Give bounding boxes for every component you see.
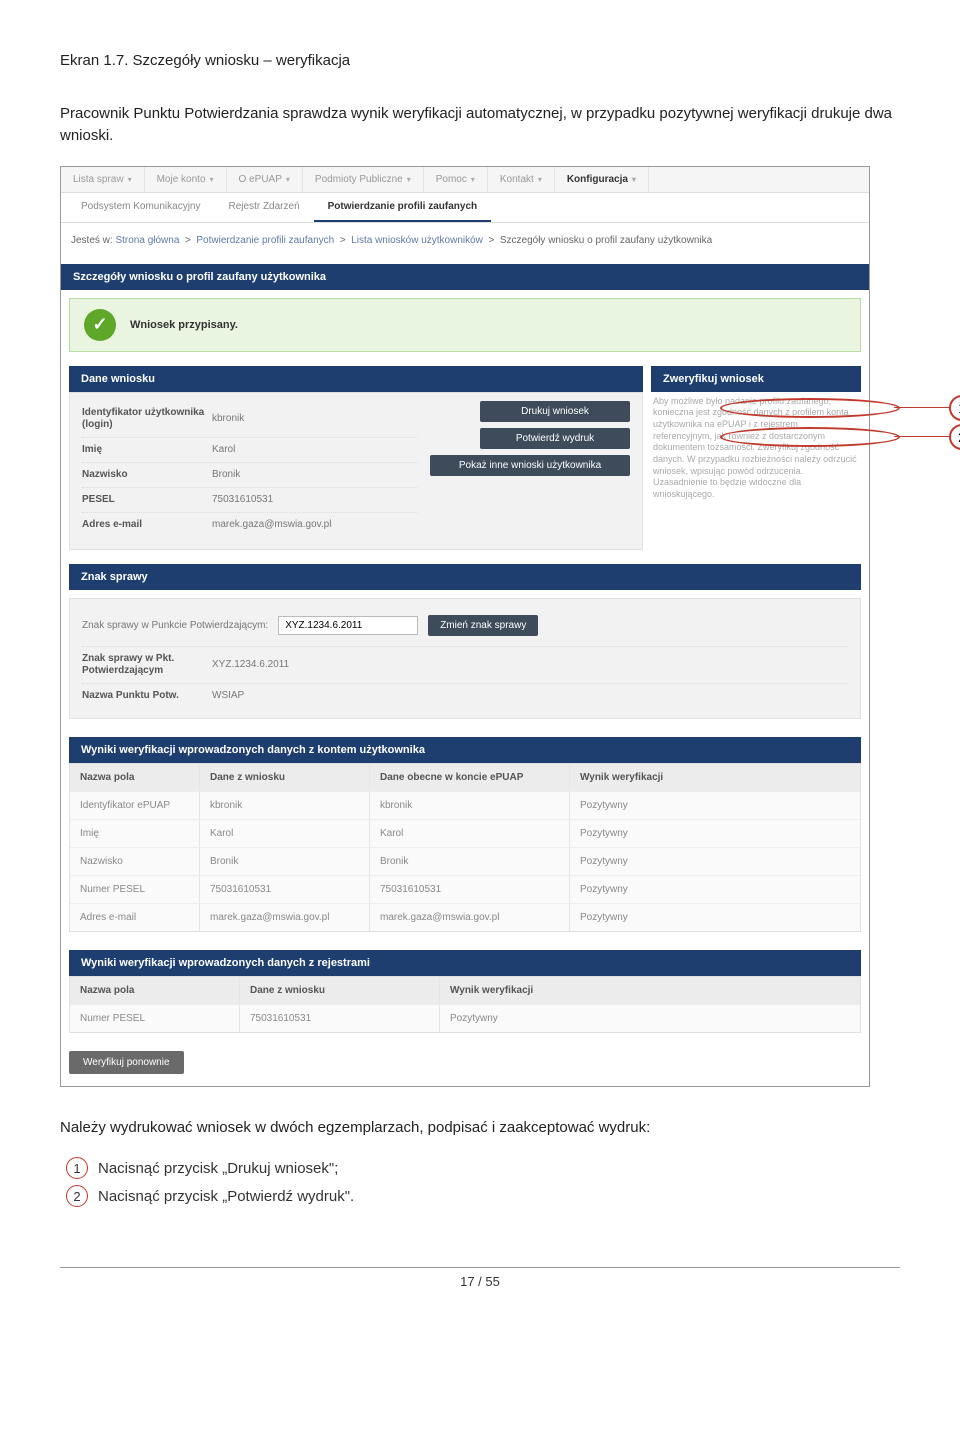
nav-moje-konto[interactable]: Moje konto▾: [145, 167, 227, 192]
step-text-1: Nacisnąć przycisk „Drukuj wniosek";: [98, 1160, 338, 1177]
section-title-dane: Dane wniosku: [69, 366, 643, 392]
label-nazwa-punktu: Nazwa Punktu Potw.: [82, 690, 212, 702]
step-text-2: Nacisnąć przycisk „Potwierdź wydruk".: [98, 1188, 354, 1205]
doc-title: Ekran 1.7. Szczegóły wniosku – weryfikac…: [60, 50, 900, 73]
drukuj-wniosek-button[interactable]: Drukuj wniosek: [480, 401, 630, 422]
table-row: Identyfikator ePUAPkbronikkbronikPozytyw…: [70, 791, 860, 819]
potwierdz-wydruk-button[interactable]: Potwierdź wydruk: [480, 428, 630, 449]
label-znak-pkt: Znak sprawy w Pkt. Potwierdzającym: [82, 653, 212, 677]
breadcrumb: Jesteś w: Strona główna > Potwierdzanie …: [61, 223, 869, 258]
nav-kontakt[interactable]: Kontakt▾: [488, 167, 555, 192]
value-email: marek.gaza@mswia.gov.pl: [212, 519, 418, 530]
pokaz-inne-button[interactable]: Pokaż inne wnioski użytkownika: [430, 455, 630, 476]
crumb-lista[interactable]: Lista wniosków użytkowników: [351, 235, 483, 246]
app-screenshot: Lista spraw▾ Moje konto▾ O ePUAP▾ Podmio…: [60, 166, 870, 1087]
section-title-znak: Znak sprawy: [69, 564, 861, 590]
value-imie: Karol: [212, 444, 418, 455]
subnav-potwierdzanie[interactable]: Potwierdzanie profili zaufanych: [314, 193, 491, 222]
step-number-2: 2: [66, 1185, 88, 1207]
nav-konfiguracja[interactable]: Konfiguracja▾: [555, 167, 649, 192]
sub-nav: Podsystem Komunikacyjny Rejestr Zdarzeń …: [61, 193, 869, 223]
th2-wynik: Wynik weryfikacji: [440, 977, 860, 1004]
th-wynik: Wynik weryfikacji: [570, 764, 860, 791]
section-title-zweryfikuj: Zweryfikuj wniosek: [651, 366, 861, 392]
crumb-home[interactable]: Strona główna: [115, 235, 179, 246]
checkmark-icon: ✓: [84, 309, 116, 341]
step-number-1: 1: [66, 1157, 88, 1179]
subnav-rejestr[interactable]: Rejestr Zdarzeń: [215, 193, 314, 222]
table-row: Numer PESEL75031610531Pozytywny: [70, 1004, 860, 1032]
th2-nazwa-pola: Nazwa pola: [70, 977, 240, 1004]
verification-table-2: Nazwa pola Dane z wniosku Wynik weryfika…: [69, 976, 861, 1033]
label-email: Adres e-mail: [82, 519, 212, 531]
doc-intro: Pracownik Punktu Potwierdzania sprawdza …: [60, 103, 900, 148]
value-nazwisko: Bronik: [212, 469, 418, 480]
table-row: Adres e-mailmarek.gaza@mswia.gov.plmarek…: [70, 903, 860, 931]
table-row: ImięKarolKarolPozytywny: [70, 819, 860, 847]
instruction-list: 1 Nacisnąć przycisk „Drukuj wniosek"; 2 Na…: [66, 1157, 900, 1207]
doc-outro: Należy wydrukować wniosek w dwóch egzemp…: [60, 1117, 900, 1140]
chevron-down-icon: ▾: [538, 175, 542, 184]
th-dane-wniosku: Dane z wniosku: [200, 764, 370, 791]
chevron-down-icon: ▾: [632, 175, 636, 184]
callout-1: 1: [720, 395, 960, 421]
label-pesel: PESEL: [82, 494, 212, 506]
label-nazwisko: Nazwisko: [82, 469, 212, 481]
value-pesel: 75031610531: [212, 494, 418, 505]
chevron-down-icon: ▾: [407, 175, 411, 184]
znak-label: Znak sprawy w Punkcie Potwierdzającym:: [82, 620, 268, 631]
value-znak-pkt: XYZ.1234.6.2011: [212, 659, 848, 670]
th2-dane-wniosku: Dane z wniosku: [240, 977, 440, 1004]
nav-podmioty[interactable]: Podmioty Publiczne▾: [303, 167, 424, 192]
nav-o-epuap[interactable]: O ePUAP▾: [227, 167, 303, 192]
subnav-podsystem[interactable]: Podsystem Komunikacyjny: [67, 193, 215, 222]
callout-number-1: 1: [949, 395, 960, 421]
label-imie: Imię: [82, 444, 212, 456]
nav-pomoc[interactable]: Pomoc▾: [424, 167, 488, 192]
section-title-wyniki2: Wyniki weryfikacji wprowadzonych danych …: [69, 950, 861, 976]
top-nav: Lista spraw▾ Moje konto▾ O ePUAP▾ Podmio…: [61, 167, 869, 193]
verification-table-1: Nazwa pola Dane z wniosku Dane obecne w …: [69, 763, 861, 932]
table-row: Numer PESEL7503161053175031610531Pozytyw…: [70, 875, 860, 903]
znak-input[interactable]: [278, 616, 418, 635]
crumb-current: Szczegóły wniosku o profil zaufany użytk…: [500, 235, 712, 246]
value-nazwa-punktu: WSIAP: [212, 690, 848, 701]
page-footer: 17 / 55: [60, 1267, 900, 1289]
th-dane-epuap: Dane obecne w koncie ePUAP: [370, 764, 570, 791]
crumb-potwierdzanie[interactable]: Potwierdzanie profili zaufanych: [196, 235, 334, 246]
chevron-down-icon: ▾: [471, 175, 475, 184]
zmien-znak-button[interactable]: Zmień znak sprawy: [428, 615, 538, 636]
success-message: ✓ Wniosek przypisany.: [69, 298, 861, 352]
znak-sprawy-panel: Znak sprawy w Punkcie Potwierdzającym: Z…: [69, 598, 861, 719]
chevron-down-icon: ▾: [286, 175, 290, 184]
table-row: NazwiskoBronikBronikPozytywny: [70, 847, 860, 875]
nav-lista-spraw[interactable]: Lista spraw▾: [61, 167, 145, 192]
section-title-main: Szczegóły wniosku o profil zaufany użytk…: [61, 264, 869, 290]
th-nazwa-pola: Nazwa pola: [70, 764, 200, 791]
label-login: Identyfikator użytkownika (login): [82, 407, 212, 431]
value-login: kbronik: [212, 413, 418, 424]
weryfikuj-ponownie-button[interactable]: Weryfikuj ponownie: [69, 1051, 184, 1074]
chevron-down-icon: ▾: [128, 175, 132, 184]
callout-2: 2: [720, 424, 960, 450]
callout-number-2: 2: [949, 424, 960, 450]
section-title-wyniki1: Wyniki weryfikacji wprowadzonych danych …: [69, 737, 861, 763]
chevron-down-icon: ▾: [210, 175, 214, 184]
form-dane-wniosku: Identyfikator użytkownika (login)kbronik…: [69, 392, 643, 550]
